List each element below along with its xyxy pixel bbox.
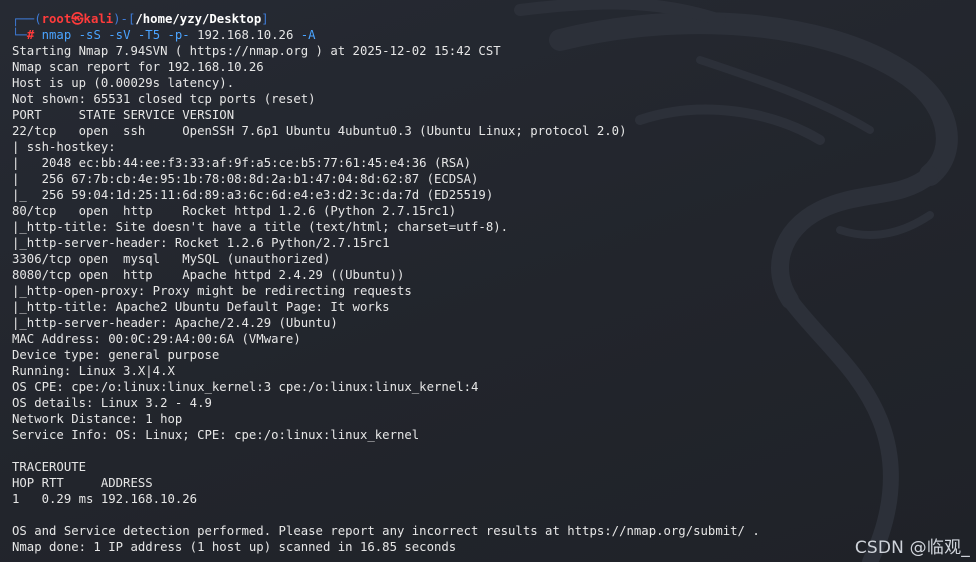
- output-line: Nmap done: 1 IP address (1 host up) scan…: [12, 540, 457, 554]
- output-line: MAC Address: 00:0C:29:A4:00:6A (VMware): [12, 332, 301, 346]
- output-line: Starting Nmap 7.94SVN ( https://nmap.org…: [12, 44, 501, 58]
- prompt-path: /home/yzy/Desktop: [135, 12, 262, 26]
- output-line: 22/tcp open ssh OpenSSH 7.6p1 Ubuntu 4ub…: [12, 124, 627, 138]
- output-line: | ssh-hostkey:: [12, 140, 124, 154]
- prompt-corner-bottom: └─: [12, 28, 27, 42]
- output-line: Not shown: 65531 closed tcp ports (reset…: [12, 92, 316, 106]
- output-line: |_ 256 59:04:1d:25:11:6d:89:a3:6c:6d:e4:…: [12, 188, 494, 202]
- watermark: CSDN @临观_: [854, 538, 970, 558]
- terminal-output: ┌──(root㉿kali)-[/home/yzy/Desktop] └─# n…: [12, 11, 970, 555]
- output-line: HOP RTT ADDRESS: [12, 476, 153, 490]
- output-line: OS and Service detection performed. Plea…: [12, 524, 760, 538]
- command-target: 192.168.10.26: [197, 28, 294, 42]
- output-line: |_http-server-header: Apache/2.4.29 (Ubu…: [12, 316, 338, 330]
- output-line: Nmap scan report for 192.168.10.26: [12, 60, 264, 74]
- command-flags: -sS -sV -T5 -p-: [78, 28, 190, 42]
- terminal-window[interactable]: ┌──(root㉿kali)-[/home/yzy/Desktop] └─# n…: [0, 0, 976, 562]
- output-line: |_http-server-header: Rocket 1.2.6 Pytho…: [12, 236, 390, 250]
- command-last-flag: -A: [300, 28, 316, 42]
- output-line: | 2048 ec:bb:44:ee:f3:33:af:9f:a5:ce:b5:…: [12, 156, 472, 170]
- output-line: Network Distance: 1 hop: [12, 412, 183, 426]
- output-line: |_http-open-proxy: Proxy might be redire…: [12, 284, 412, 298]
- command-name: nmap: [41, 28, 72, 42]
- output-line: Host is up (0.00029s latency).: [12, 76, 235, 90]
- output-line: | 256 67:7b:cb:4e:95:1b:78:08:8d:2a:b1:4…: [12, 172, 479, 186]
- output-line: 1 0.29 ms 192.168.10.26: [12, 492, 198, 506]
- output-line: |_http-title: Site doesn't have a title …: [12, 220, 509, 234]
- prompt-corner-top: ┌──: [12, 12, 35, 26]
- output-line: Service Info: OS: Linux; CPE: cpe:/o:lin…: [12, 428, 420, 442]
- prompt-header: ┌──(root㉿kali)-[/home/yzy/Desktop]: [12, 12, 269, 26]
- output-line: |_http-title: Apache2 Ubuntu Default Pag…: [12, 300, 390, 314]
- output-line: PORT STATE SERVICE VERSION: [12, 108, 235, 122]
- output-line: TRACEROUTE: [12, 460, 87, 474]
- output-line: 80/tcp open http Rocket httpd 1.2.6 (Pyt…: [12, 204, 457, 218]
- prompt-hash: #: [26, 28, 35, 42]
- output-line: OS CPE: cpe:/o:linux:linux_kernel:3 cpe:…: [12, 380, 479, 394]
- output-line: 8080/tcp open http Apache httpd 2.4.29 (…: [12, 268, 405, 282]
- output-line: 3306/tcp open mysql MySQL (unauthorized): [12, 252, 331, 266]
- command-line[interactable]: └─# nmap -sS -sV -T5 -p- 192.168.10.26 -…: [12, 27, 970, 43]
- output-line: Running: Linux 3.X|4.X: [12, 364, 175, 378]
- output-line: OS details: Linux 3.2 - 4.9: [12, 396, 212, 410]
- output-line: Device type: general purpose: [12, 348, 220, 362]
- prompt-user: root㉿kali: [41, 12, 114, 26]
